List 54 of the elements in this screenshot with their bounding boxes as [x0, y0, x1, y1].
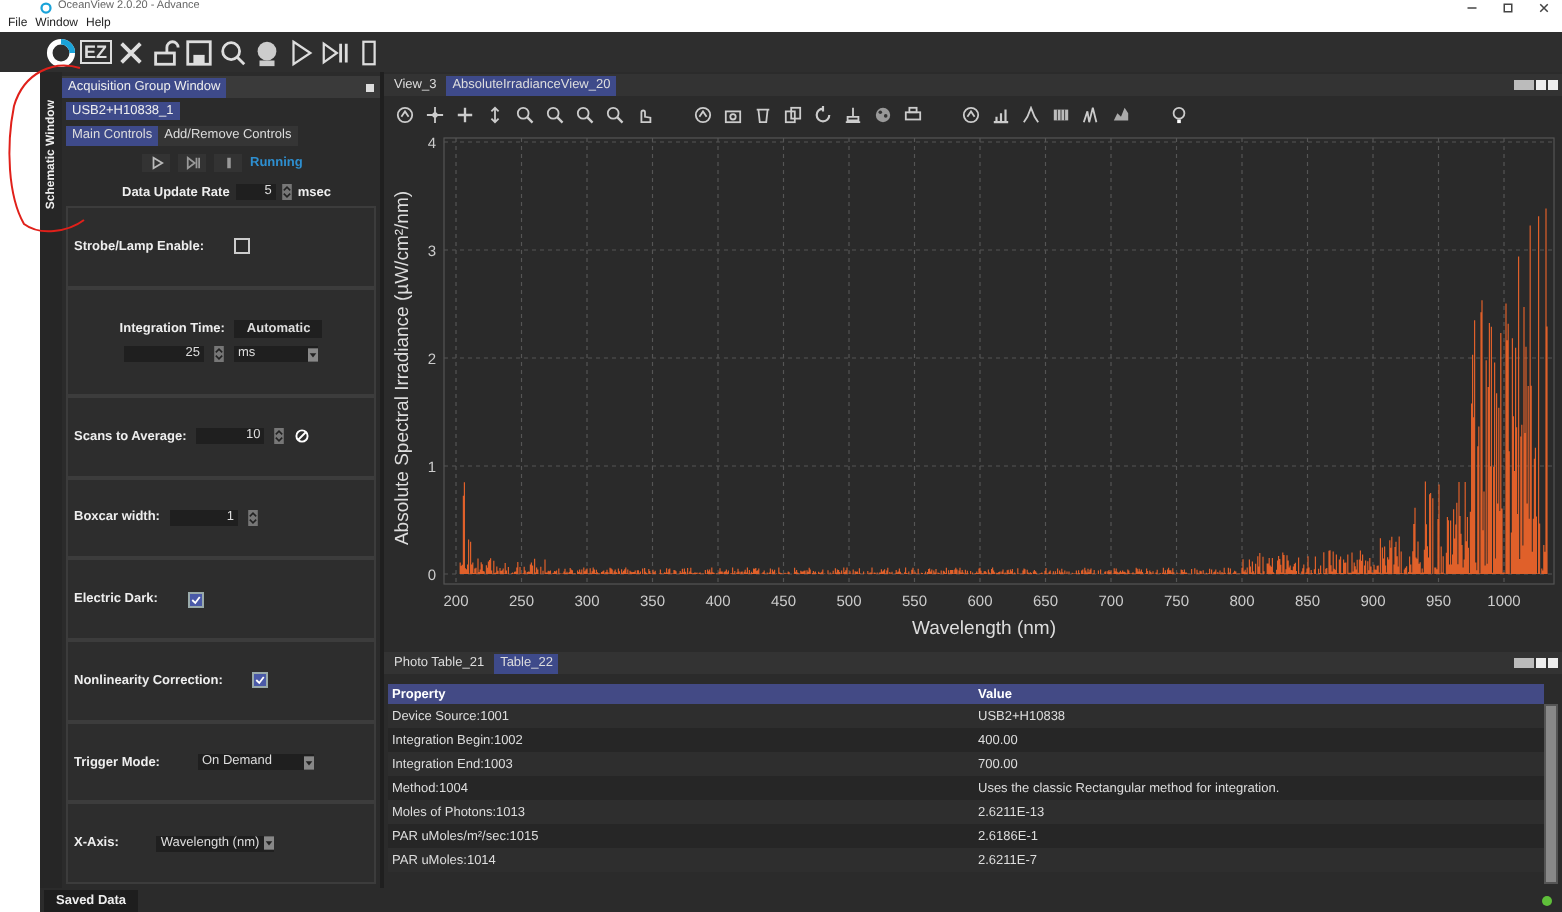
circle-arrow-icon[interactable]: [694, 105, 712, 123]
lightbulb-icon[interactable]: [1170, 105, 1188, 123]
scrollbar[interactable]: [1544, 704, 1558, 884]
palette-icon[interactable]: [874, 105, 892, 123]
camera-icon[interactable]: [724, 105, 742, 123]
spinner-icon[interactable]: [247, 509, 258, 526]
circle-arrow-icon[interactable]: [962, 105, 980, 123]
play-button[interactable]: [142, 154, 170, 172]
step-icon: [185, 156, 199, 170]
peak-icon[interactable]: [1022, 105, 1040, 123]
magnifier-icon[interactable]: [606, 105, 624, 123]
circle-arrow-icon[interactable]: [396, 105, 414, 123]
spinner-icon[interactable]: [281, 184, 292, 200]
unlock-icon[interactable]: [149, 37, 180, 67]
maximize-icon[interactable]: [1502, 1, 1514, 13]
x-axis-title: Wavelength (nm): [912, 618, 1056, 640]
stamp-icon[interactable]: [844, 105, 862, 123]
zoom-icon[interactable]: [576, 105, 594, 123]
plus-icon[interactable]: [456, 105, 474, 123]
search-icon[interactable]: [217, 37, 248, 67]
spinner-icon[interactable]: [274, 428, 285, 445]
minimize-icon[interactable]: [366, 83, 374, 91]
app-logo-icon[interactable]: [46, 37, 76, 67]
peaks-icon[interactable]: [1082, 105, 1100, 123]
zoom-icon[interactable]: [546, 105, 564, 123]
app-logo-icon: [40, 1, 52, 13]
pause-button[interactable]: [214, 154, 242, 172]
checkbox[interactable]: [252, 672, 269, 689]
printer-icon[interactable]: [904, 105, 922, 123]
step-icon[interactable]: [319, 37, 350, 67]
table-icon[interactable]: [1052, 105, 1070, 123]
checkbox[interactable]: [234, 238, 251, 255]
dropdown-arrow-icon: [263, 836, 274, 851]
cancel-icon[interactable]: [294, 428, 311, 445]
bar-chart-icon[interactable]: [992, 105, 1010, 123]
refresh-icon[interactable]: [814, 105, 832, 123]
checkbox[interactable]: [187, 591, 204, 608]
copy-icon[interactable]: [784, 105, 802, 123]
step-button[interactable]: [178, 154, 206, 172]
move-icon[interactable]: [426, 105, 444, 123]
save-icon[interactable]: [183, 37, 214, 67]
y-axis-title: Absolute Spectral Irradiance (µW/cm²/nm): [392, 190, 414, 546]
trash-icon[interactable]: [754, 105, 772, 123]
dropdown-arrow-icon: [303, 755, 314, 769]
spinner-icon[interactable]: [213, 346, 224, 363]
zoom-icon[interactable]: [516, 105, 534, 123]
ez-button[interactable]: EZ: [80, 40, 112, 64]
spectrum-icon[interactable]: [1112, 105, 1130, 123]
close-icon[interactable]: [1538, 1, 1550, 13]
play-icon: [149, 156, 163, 170]
minimize-icon[interactable]: [1466, 1, 1478, 13]
dropdown-arrow-icon: [307, 347, 318, 362]
pause-icon: [221, 156, 235, 170]
vertical-arrows-icon[interactable]: [486, 105, 504, 123]
